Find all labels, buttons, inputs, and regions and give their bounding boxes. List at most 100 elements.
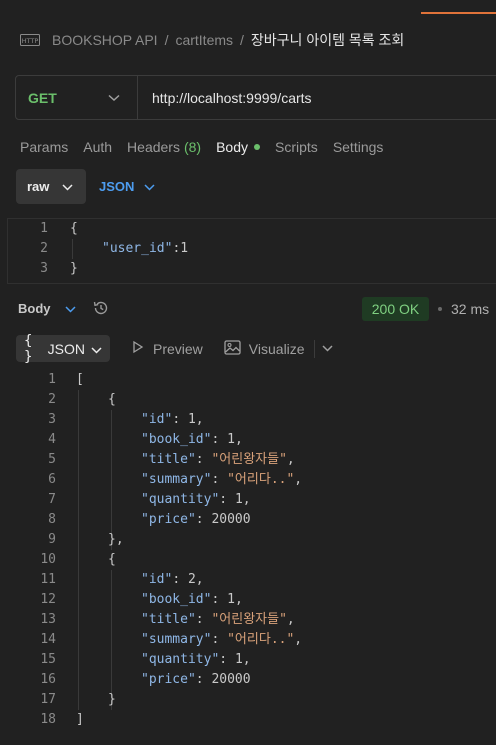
request-tabs: Params Auth Headers (8) Body Scripts Sett… — [20, 137, 398, 157]
status-badge[interactable]: 200 OK — [362, 297, 429, 321]
response-body-select[interactable]: Body — [18, 301, 76, 316]
json-field-price: "price": 20000 — [141, 672, 251, 687]
preview-button[interactable]: Preview — [131, 340, 203, 357]
request-body-editor[interactable]: 1 2 3 { "user_id":1 } — [7, 218, 496, 284]
chevron-down-icon — [85, 341, 102, 357]
line-number: 17 — [40, 692, 56, 707]
response-toolbar: { } JSON Preview Visualize — [16, 332, 333, 365]
json-key: "user_id" — [102, 241, 173, 256]
indent-guide — [111, 570, 112, 710]
json-field-summary: "summary": "어리다..", — [141, 632, 303, 647]
breadcrumb-separator: / — [240, 32, 244, 48]
response-format-label: JSON — [47, 340, 85, 357]
code-close-brace: } — [70, 261, 78, 276]
line-number: 4 — [48, 432, 56, 447]
visualize-label: Visualize — [248, 340, 305, 357]
line-number: 1 — [48, 372, 56, 387]
line-number: 2 — [48, 392, 56, 407]
tab-label: Auth — [83, 139, 113, 155]
json-field-title: "title": "어린왕자들", — [141, 612, 295, 627]
url-input[interactable]: http://localhost:9999/carts — [138, 90, 312, 106]
line-number: 2 — [40, 241, 48, 256]
line-number: 8 — [48, 512, 56, 527]
headers-count: (8) — [183, 139, 202, 155]
chevron-down-icon — [134, 179, 155, 194]
response-time[interactable]: 32 ms — [451, 301, 489, 317]
code-close-brace: }, — [108, 532, 124, 547]
method-label: GET — [28, 89, 57, 106]
tab-label: Settings — [332, 139, 384, 155]
body-indicator-dot — [254, 144, 261, 150]
breadcrumb-collection[interactable]: BOOKSHOP API — [52, 32, 158, 48]
tab-body[interactable]: Body — [216, 137, 261, 157]
toolbar-divider — [313, 339, 315, 358]
breadcrumb: HTTP BOOKSHOP API / cartItems / 장바구니 아이템… — [20, 30, 404, 50]
tab-settings[interactable]: Settings — [333, 137, 384, 157]
code-line: "user_id":1 — [102, 239, 188, 259]
tab-label: Params — [20, 139, 69, 155]
json-field-book-id: "book_id": 1, — [141, 432, 243, 447]
body-mode-select[interactable]: raw — [16, 169, 86, 204]
json-field-quantity: "quantity": 1, — [141, 492, 251, 507]
tab-params[interactable]: Params — [20, 137, 68, 157]
chevron-down-icon — [62, 179, 73, 194]
image-icon — [224, 339, 249, 358]
body-options: raw JSON — [16, 169, 155, 204]
tab-label: Headers — [127, 139, 180, 155]
line-number: 11 — [40, 572, 56, 587]
code-close-brace: } — [108, 692, 116, 707]
breadcrumb-separator: / — [164, 32, 169, 48]
chevron-down-icon — [108, 89, 120, 107]
line-number: 12 — [40, 592, 56, 607]
body-format-label: JSON — [99, 179, 135, 194]
indent-guide — [78, 390, 79, 710]
svg-text:HTTP: HTTP — [22, 37, 39, 45]
response-header: Body 200 OK 32 ms — [0, 297, 496, 321]
chevron-down-icon[interactable] — [322, 345, 333, 352]
line-number: 3 — [48, 412, 56, 427]
play-icon — [131, 340, 153, 357]
line-number: 13 — [40, 612, 56, 627]
line-number: 1 — [40, 221, 48, 236]
response-format-select[interactable]: { } JSON — [16, 332, 110, 365]
tab-auth[interactable]: Auth — [83, 137, 112, 157]
method-select[interactable]: GET — [16, 76, 138, 119]
separator-dot — [438, 307, 442, 311]
line-number: 7 — [48, 492, 56, 507]
indent-guide — [111, 410, 112, 550]
json-field-quantity: "quantity": 1, — [141, 652, 251, 667]
line-number: 5 — [48, 452, 56, 467]
request-name[interactable]: 장바구니 아이템 목록 조회 — [251, 30, 404, 50]
code-open-bracket: [ — [76, 372, 84, 387]
tab-label: Body — [216, 139, 249, 155]
line-number: 15 — [40, 652, 56, 667]
history-icon[interactable] — [92, 299, 110, 322]
visualize-button[interactable]: Visualize — [224, 339, 305, 358]
code-open-brace: { — [70, 221, 78, 236]
code-close-bracket: ] — [76, 712, 84, 727]
body-format-select[interactable]: JSON — [99, 179, 155, 194]
line-number: 6 — [48, 472, 56, 487]
line-number: 3 — [40, 261, 48, 276]
line-number: 14 — [40, 632, 56, 647]
body-mode-label: raw — [27, 179, 50, 194]
breadcrumb-folder[interactable]: cartItems — [175, 32, 233, 48]
http-icon: HTTP — [20, 30, 40, 50]
json-field-summary: "summary": "어리다..", — [141, 472, 303, 487]
braces-icon: { } — [24, 332, 33, 365]
chevron-down-icon — [51, 301, 76, 316]
response-body-label: Body — [18, 301, 51, 316]
tab-scripts[interactable]: Scripts — [275, 137, 318, 157]
code-open-brace: { — [108, 392, 116, 407]
json-value: 1 — [180, 241, 189, 256]
preview-label: Preview — [153, 340, 203, 357]
response-body-editor[interactable]: 1 2 3 4 5 6 7 8 9 10 11 12 13 14 15 16 1… — [0, 370, 496, 740]
active-tab-indicator — [421, 12, 496, 14]
line-number: 16 — [40, 672, 56, 687]
line-number: 18 — [40, 712, 56, 727]
json-field-id: "id": 2, — [141, 572, 204, 587]
line-number: 10 — [40, 552, 56, 567]
json-field-book-id: "book_id": 1, — [141, 592, 243, 607]
code-open-brace: { — [108, 552, 116, 567]
tab-headers[interactable]: Headers (8) — [127, 137, 201, 157]
